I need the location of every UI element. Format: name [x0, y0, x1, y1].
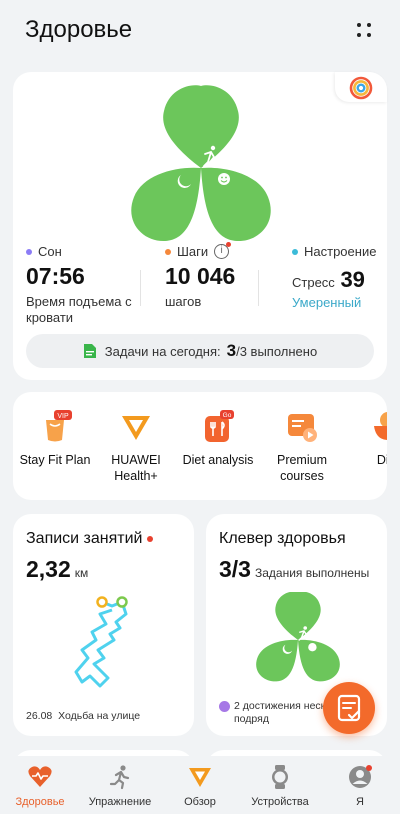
- mood-face-icon: [218, 173, 230, 185]
- tab-health[interactable]: Здоровье: [0, 764, 80, 808]
- activity-distance: 2,32: [26, 556, 71, 582]
- profile-icon: [347, 764, 373, 790]
- service-huawei-health-plus[interactable]: HUAWEI Health+: [91, 410, 181, 484]
- route-map: [74, 596, 128, 688]
- tab-label: Я: [356, 796, 364, 808]
- mood-dot: [292, 248, 298, 255]
- service-label: Premium courses: [276, 453, 327, 483]
- health-summary-card[interactable]: Сон 07:56 Время подъема с кровати Шаги i…: [13, 72, 387, 380]
- watch-icon: [267, 764, 293, 790]
- small-clover-graphic: [256, 592, 340, 682]
- tab-exercise[interactable]: Упражнение: [80, 764, 160, 808]
- task-doc-icon: [83, 344, 96, 358]
- app-header: Здоровье: [0, 0, 400, 64]
- sleep-label: Сон: [38, 244, 62, 259]
- service-premium-courses[interactable]: Premium courses: [257, 410, 347, 484]
- service-label: HUAWEI Health+: [111, 453, 161, 483]
- services-card: VIP Stay Fit Plan HUAWEI Health+ Go Diet…: [13, 392, 387, 500]
- stress-status: Умеренный: [292, 295, 362, 310]
- achievement-icon: [219, 701, 230, 712]
- activity-date: 26.08: [26, 710, 53, 722]
- go-badge: Go: [223, 412, 232, 419]
- tab-label: Упражнение: [88, 796, 152, 808]
- premium-courses-icon: [285, 410, 319, 444]
- activity-records-card[interactable]: Записи занятий 2,32 км 26.08 Ходьба на ул…: [13, 514, 194, 736]
- stress-value: 39: [340, 267, 365, 292]
- rings-badge[interactable]: [335, 72, 387, 102]
- diet-analysis-icon: Go: [201, 410, 235, 444]
- tasks-fab-button[interactable]: [323, 682, 375, 734]
- diet-icon: [371, 410, 387, 444]
- activity-type: Ходьба на улице: [58, 710, 141, 722]
- service-diet[interactable]: Diet: [343, 410, 387, 468]
- tab-label: Здоровье: [15, 796, 65, 808]
- running-icon: [107, 764, 133, 790]
- tab-overview[interactable]: Обзор: [160, 764, 240, 808]
- activity-unit: км: [74, 566, 89, 580]
- more-dots-icon[interactable]: [354, 20, 374, 40]
- tab-devices[interactable]: Устройства: [240, 764, 320, 808]
- tab-me[interactable]: Я: [320, 764, 400, 808]
- tasks-total: /3 выполнено: [236, 343, 318, 359]
- clover-value: 3/3: [219, 556, 251, 582]
- tab-label: Обзор: [184, 796, 216, 808]
- steps-label: Шаги: [177, 244, 209, 259]
- health-clover-graphic[interactable]: [121, 84, 281, 244]
- steps-dot: [165, 248, 171, 255]
- huawei-health-plus-icon: [119, 410, 153, 444]
- sleep-dot: [26, 248, 32, 255]
- checklist-icon: [337, 694, 361, 722]
- tasks-label: Задачи на сегодня:: [104, 343, 221, 359]
- vip-badge: VIP: [57, 413, 69, 420]
- mood-label: Настроение: [304, 244, 377, 259]
- divider: [140, 270, 141, 306]
- divider: [258, 270, 259, 306]
- clover-sub: Задания выполнены: [254, 566, 370, 580]
- clover-title: Клевер здоровья: [219, 530, 346, 547]
- mood-metric[interactable]: Настроение Стресс 39 Умеренный: [292, 244, 384, 311]
- service-label: Diet: [376, 453, 387, 467]
- service-diet-analysis[interactable]: Go Diet analysis: [173, 410, 263, 468]
- steps-metric[interactable]: Шаги i 10 046 шагов: [165, 242, 265, 310]
- daily-tasks-bar[interactable]: Задачи на сегодня: 3 /3 выполнено: [26, 334, 374, 368]
- heart-pulse-icon: [27, 764, 53, 790]
- sleep-value: 07:56: [26, 263, 85, 289]
- metrics-row: Сон 07:56 Время подъема с кровати Шаги i…: [13, 242, 387, 334]
- stay-fit-plan-icon: VIP: [38, 410, 72, 444]
- service-label: Diet analysis: [182, 453, 254, 467]
- steps-value: 10 046: [165, 263, 236, 289]
- page-title: Здоровье: [25, 16, 133, 43]
- mood-face-icon: [308, 643, 317, 652]
- tasks-done: 3: [226, 341, 237, 360]
- sleep-metric[interactable]: Сон 07:56 Время подъема с кровати: [26, 244, 146, 326]
- notification-dot: [147, 535, 154, 542]
- service-stay-fit-plan[interactable]: VIP Stay Fit Plan: [13, 410, 100, 468]
- stress-label: Стресс: [292, 275, 335, 290]
- bottom-tab-bar: Здоровье Упражнение Обзор Устройства Я: [0, 756, 400, 814]
- tab-label: Устройства: [251, 796, 309, 808]
- activity-rings-icon: [349, 76, 373, 100]
- info-icon[interactable]: i: [214, 242, 232, 259]
- steps-sub: шагов: [165, 294, 202, 309]
- service-label: Stay Fit Plan: [19, 453, 91, 467]
- sleep-sub: Время подъема с кровати: [26, 294, 132, 325]
- huawei-v-icon: [187, 764, 213, 790]
- activity-title: Записи занятий: [26, 530, 143, 547]
